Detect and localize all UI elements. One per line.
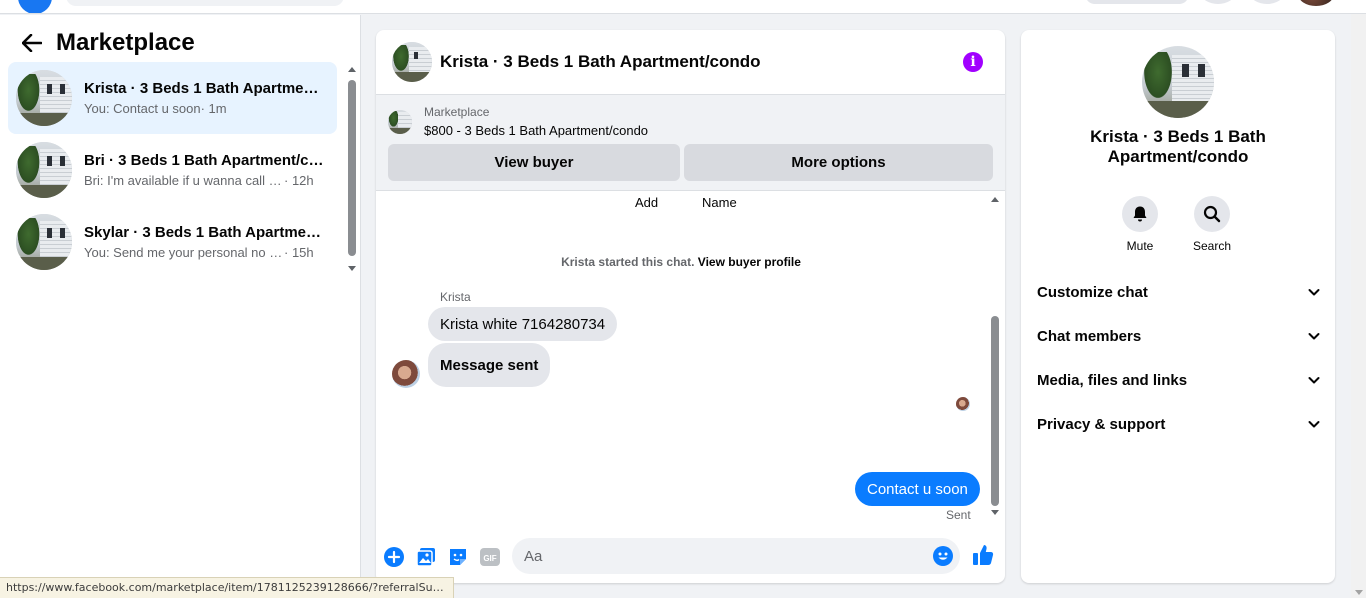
marketplace-sidebar: Marketplace Krista · 3 Beds 1 Bath Apart…: [0, 15, 361, 598]
top-search-input[interactable]: [66, 0, 344, 6]
mute-action[interactable]: Mute: [1110, 196, 1170, 253]
sent-status-label: Sent: [946, 508, 971, 522]
conversation-item[interactable]: Bri · 3 Beds 1 Bath Apartment/condo Bri:…: [8, 134, 337, 206]
conversation-time: · 1m: [200, 101, 227, 116]
sidebar-scrollbar[interactable]: [347, 65, 357, 275]
sticker-icon[interactable]: [448, 547, 468, 567]
sidebar-header: Marketplace: [20, 29, 195, 57]
scrollbar-thumb[interactable]: [991, 316, 999, 506]
conversation-snippet: You: Send me your personal no I ...: [84, 245, 284, 260]
scrollbar-thumb[interactable]: [348, 80, 356, 256]
scroll-down-arrow-icon[interactable]: [1355, 590, 1363, 595]
conversation-time: · 15h: [284, 245, 314, 260]
top-navigation-bar: [0, 0, 1366, 14]
conversation-avatar[interactable]: [1142, 46, 1214, 118]
link-status-url: https://www.facebook.com/marketplace/ite…: [0, 577, 454, 598]
chat-members-row[interactable]: Chat members: [1037, 314, 1321, 358]
incoming-message[interactable]: Message sent: [428, 343, 551, 387]
search-action[interactable]: Search: [1182, 196, 1242, 253]
name-label: Name: [702, 195, 737, 210]
gif-icon[interactable]: GIF: [480, 547, 500, 567]
mute-label: Mute: [1126, 239, 1154, 253]
view-buyer-button[interactable]: View buyer: [388, 144, 680, 181]
more-options-button[interactable]: More options: [684, 144, 993, 181]
chevron-down-icon: [1308, 377, 1320, 384]
photo-icon[interactable]: [416, 547, 436, 567]
conversation-snippet: You: Contact u soon: [84, 101, 201, 116]
conversation-list: Krista · 3 Beds 1 Bath Apartment/condo Y…: [8, 62, 337, 278]
top-nav-pill-button[interactable]: [1085, 0, 1189, 4]
section-label: Chat members: [1037, 327, 1142, 345]
listing-small-thumbnail[interactable]: [388, 109, 412, 134]
chat-window: Krista · 3 Beds 1 Bath Apartment/condo i…: [376, 30, 1005, 583]
top-notifications-button[interactable]: [1250, 0, 1284, 4]
chat-title[interactable]: Krista · 3 Beds 1 Bath Apartment/condo: [440, 52, 761, 72]
conversation-title: Bri · 3 Beds 1 Bath Apartment/condo: [84, 152, 324, 169]
chat-started-notice: Krista started this chat. View buyer pro…: [376, 255, 986, 269]
chat-listing-thumbnail[interactable]: [392, 42, 432, 82]
sender-avatar[interactable]: [392, 360, 420, 388]
chat-scrollbar[interactable]: [990, 195, 1000, 521]
conversation-item[interactable]: Skylar · 3 Beds 1 Bath Apartment/condo Y…: [8, 206, 337, 278]
sidebar-title: Marketplace: [56, 29, 195, 56]
info-icon[interactable]: i: [963, 52, 983, 72]
facebook-logo-icon[interactable]: [18, 0, 52, 13]
scroll-down-arrow-icon[interactable]: [348, 266, 356, 271]
search-label: Search: [1192, 239, 1232, 253]
listing-thumbnail: [16, 142, 72, 198]
search-icon[interactable]: [1194, 196, 1230, 232]
listing-label: Marketplace: [424, 105, 490, 119]
chat-header: Krista · 3 Beds 1 Bath Apartment/condo i: [376, 30, 1005, 95]
back-arrow-icon[interactable]: [20, 31, 44, 55]
conversation-snippet: Bri: I'm available if u wanna call n...: [84, 173, 284, 188]
chevron-down-icon: [1308, 289, 1320, 296]
message-sender-name: Krista: [440, 290, 471, 304]
listing-thumbnail: [16, 70, 72, 126]
customize-chat-row[interactable]: Customize chat: [1037, 270, 1321, 314]
section-label: Privacy & support: [1037, 415, 1166, 433]
listing-thumbnail: [16, 214, 72, 270]
message-composer: GIF: [376, 533, 1005, 583]
conversation-item[interactable]: Krista · 3 Beds 1 Bath Apartment/condo Y…: [8, 62, 337, 134]
account-avatar[interactable]: [1298, 0, 1334, 6]
outgoing-message[interactable]: Contact u soon: [855, 472, 980, 506]
section-label: Customize chat: [1037, 283, 1148, 301]
incoming-message[interactable]: Krista white 7164280734: [428, 307, 618, 341]
conversation-title: Krista · 3 Beds 1 Bath Apartment/condo: [84, 80, 324, 97]
media-files-links-row[interactable]: Media, files and links: [1037, 358, 1321, 402]
message-input[interactable]: [512, 538, 960, 574]
chat-started-text: Krista started this chat.: [561, 255, 695, 269]
view-buyer-profile-link[interactable]: View buyer profile: [698, 255, 801, 269]
chevron-down-icon: [1308, 333, 1320, 340]
section-label: Media, files and links: [1037, 371, 1188, 389]
thumbs-up-icon[interactable]: [972, 544, 994, 569]
add-label: Add: [635, 195, 659, 210]
marketplace-listing-bar: Marketplace $800 - 3 Beds 1 Bath Apartme…: [376, 95, 1005, 191]
chevron-down-icon: [1308, 421, 1320, 428]
svg-text:GIF: GIF: [483, 554, 496, 563]
read-receipt-avatar: [956, 397, 970, 411]
conversation-time: · 12h: [284, 173, 314, 188]
conversation-title: Skylar · 3 Beds 1 Bath Apartment/condo: [84, 224, 324, 241]
listing-price-title[interactable]: $800 - 3 Beds 1 Bath Apartment/condo: [424, 123, 648, 138]
plus-icon[interactable]: [384, 547, 404, 567]
conversation-name: Krista · 3 Beds 1 Bath Apartment/condo: [1090, 127, 1266, 166]
conversation-details-panel: Krista · 3 Beds 1 Bath Apartment/condo M…: [1021, 30, 1335, 583]
emoji-icon[interactable]: [933, 546, 953, 566]
bell-icon[interactable]: [1122, 196, 1158, 232]
page-scrollbar[interactable]: [1351, 14, 1366, 598]
scroll-up-arrow-icon[interactable]: [991, 197, 999, 202]
top-menu-button[interactable]: [1201, 0, 1235, 4]
scroll-up-arrow-icon[interactable]: [348, 67, 356, 72]
scroll-down-arrow-icon[interactable]: [991, 510, 999, 515]
privacy-support-row[interactable]: Privacy & support: [1037, 402, 1321, 446]
